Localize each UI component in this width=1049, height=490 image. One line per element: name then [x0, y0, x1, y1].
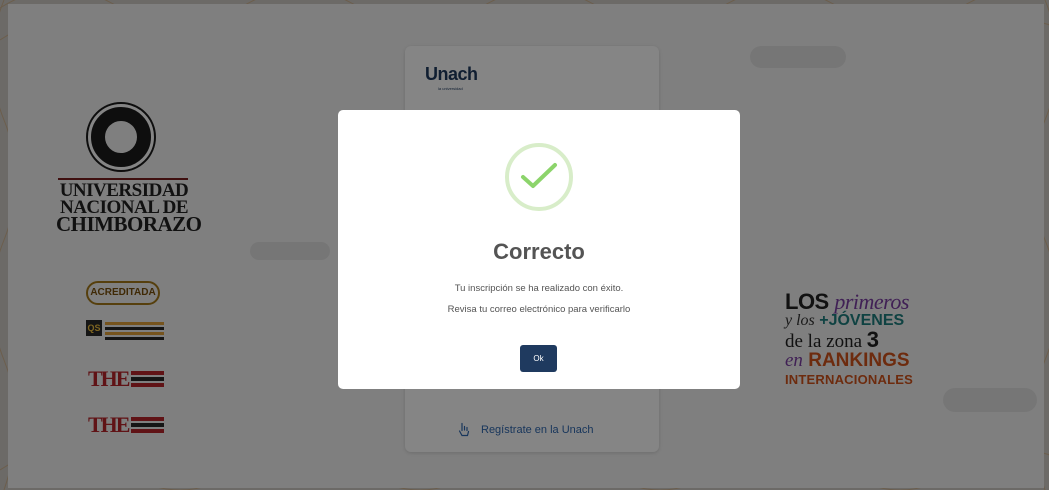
dialog-title: Correcto [493, 239, 585, 264]
success-dialog: Correcto Tu inscripción se ha realizado … [338, 110, 740, 389]
dialog-message-line: Revisa tu correo electrónico para verifi… [447, 304, 631, 315]
check-icon [521, 163, 557, 188]
success-check-icon [505, 143, 573, 211]
dialog-message-line: Tu inscripción se ha realizado con éxito… [454, 283, 624, 294]
dialog-message: Tu inscripción se ha realizado con éxito… [338, 278, 740, 320]
ok-button[interactable]: Ok [520, 345, 557, 372]
page: UNIVERSIDAD NACIONAL DE CHIMBORAZO ACRED… [0, 0, 1049, 490]
